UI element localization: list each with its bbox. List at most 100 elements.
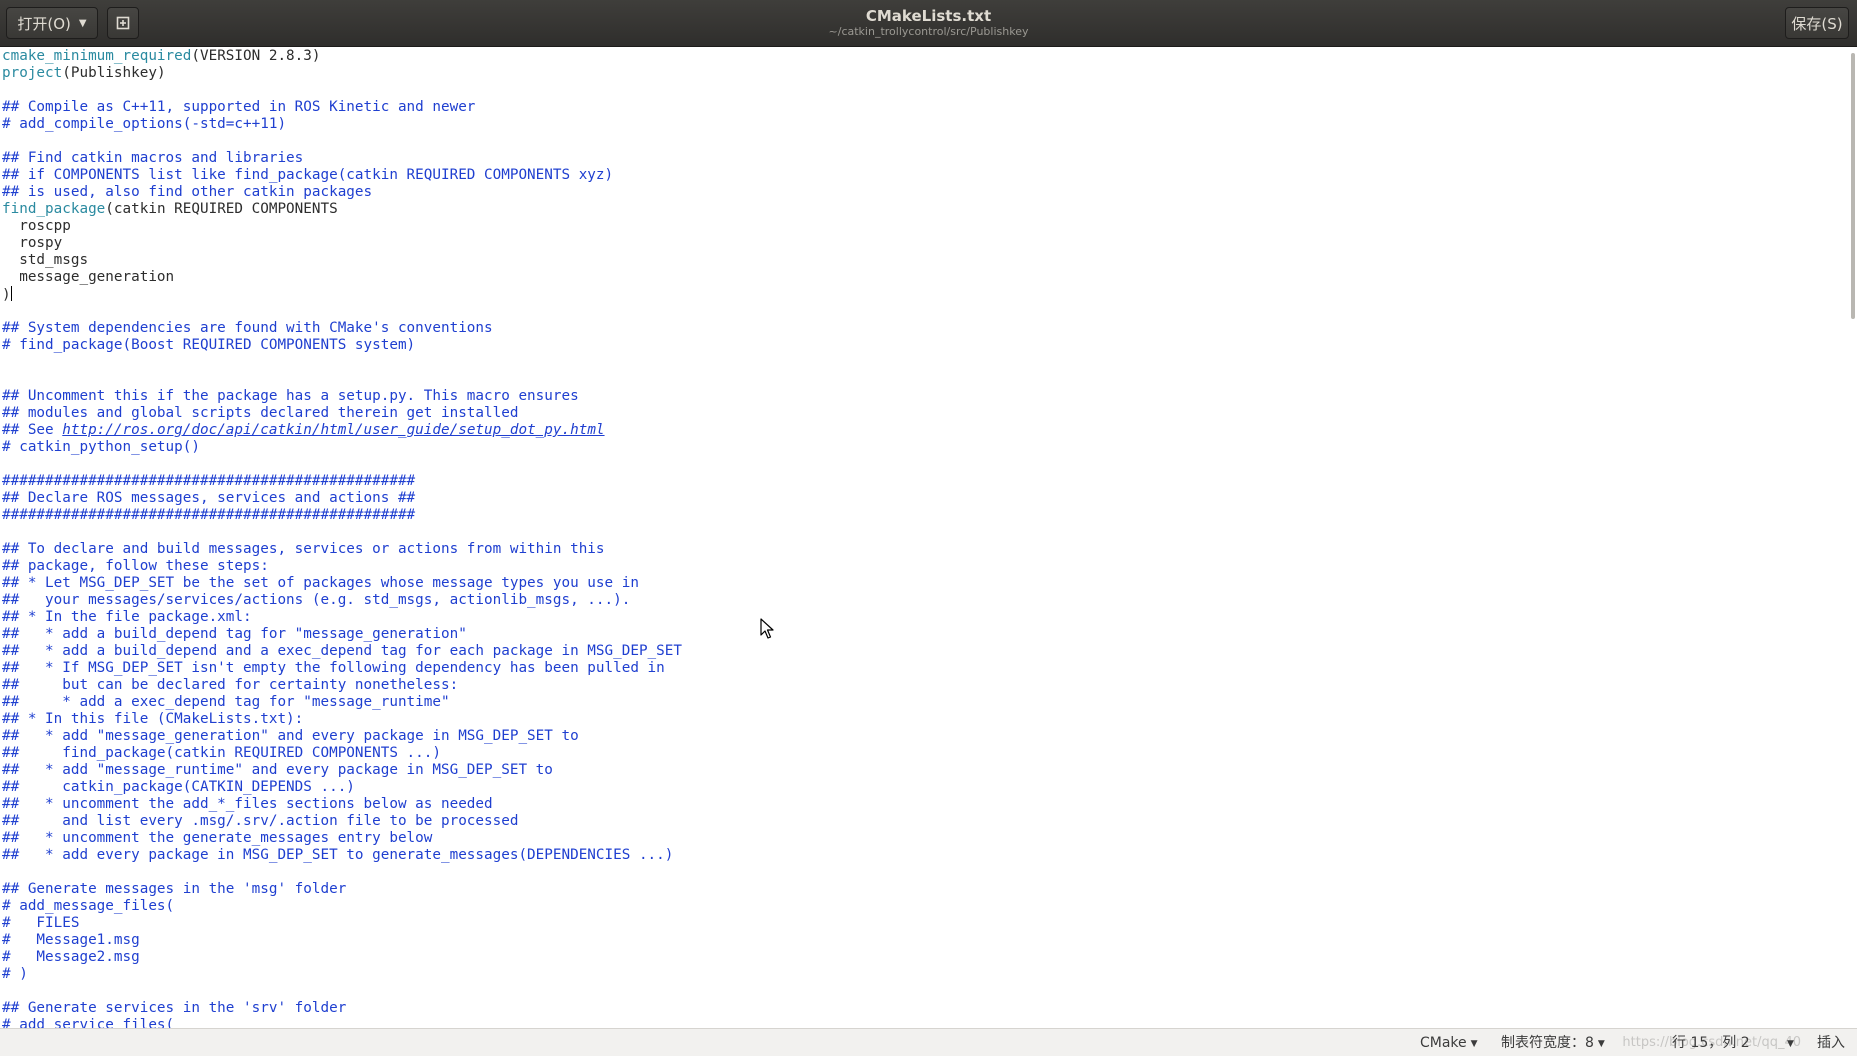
code-line[interactable]: # add_message_files( <box>2 898 682 915</box>
code-token: # catkin_python_setup() <box>2 439 200 455</box>
code-line[interactable]: # FILES <box>2 915 682 932</box>
code-token: # add_message_files( <box>2 898 175 914</box>
text-caret <box>10 286 12 301</box>
chevron-down-icon: ▼ <box>1787 1039 1794 1049</box>
code-line[interactable] <box>2 133 682 150</box>
save-button[interactable]: 保存(S) <box>1785 7 1849 39</box>
code-token: ## modules and global scripts declared t… <box>2 405 519 421</box>
position-dropdown[interactable]: ▼ <box>1783 1034 1794 1052</box>
code-line[interactable]: ) <box>2 286 682 303</box>
code-line[interactable]: ## Compile as C++11, supported in ROS Ki… <box>2 99 682 116</box>
code-line[interactable]: ########################################… <box>2 507 682 524</box>
code-line[interactable]: # catkin_python_setup() <box>2 439 682 456</box>
code-line[interactable] <box>2 524 682 541</box>
code-line[interactable]: ## * uncomment the generate_messages ent… <box>2 830 682 847</box>
open-button[interactable]: 打开(O) ▼ <box>6 7 98 39</box>
code-line[interactable]: ## * Let MSG_DEP_SET be the set of packa… <box>2 575 682 592</box>
code-line[interactable]: ## Generate messages in the 'msg' folder <box>2 881 682 898</box>
code-line[interactable]: ########################################… <box>2 473 682 490</box>
code-line[interactable]: ## * add "message_runtime" and every pac… <box>2 762 682 779</box>
cursor-position-label: 行 15，列 2 <box>1672 1035 1750 1051</box>
code-line[interactable]: ## and list every .msg/.srv/.action file… <box>2 813 682 830</box>
code-token: ## * add a build_depend tag for "message… <box>2 626 467 642</box>
vertical-scrollbar[interactable] <box>1849 47 1857 1028</box>
code-line[interactable]: project(Publishkey) <box>2 65 682 82</box>
code-line[interactable]: ## find_package(catkin REQUIRED COMPONEN… <box>2 745 682 762</box>
code-token: ## * add "message_generation" and every … <box>2 728 579 744</box>
code-link[interactable]: http://ros.org/doc/api/catkin/html/user_… <box>62 422 604 438</box>
code-line[interactable]: ## System dependencies are found with CM… <box>2 320 682 337</box>
code-token: ## * add a exec_depend tag for "message_… <box>2 694 450 710</box>
code-token: ## * Let MSG_DEP_SET be the set of packa… <box>2 575 639 591</box>
code-line[interactable] <box>2 456 682 473</box>
code-line[interactable]: # find_package(Boost REQUIRED COMPONENTS… <box>2 337 682 354</box>
code-line[interactable]: # add_compile_options(-std=c++11) <box>2 116 682 133</box>
code-token: ## Generate messages in the 'msg' folder <box>2 881 347 897</box>
code-token: ## * add a build_depend and a exec_depen… <box>2 643 682 659</box>
code-line[interactable]: ## Find catkin macros and libraries <box>2 150 682 167</box>
code-line[interactable]: ## * If MSG_DEP_SET isn't empty the foll… <box>2 660 682 677</box>
code-line[interactable]: ## * add a build_depend and a exec_depen… <box>2 643 682 660</box>
code-line[interactable]: message_generation <box>2 269 682 286</box>
code-token: ## * uncomment the add_*_files sections … <box>2 796 493 812</box>
code-line[interactable]: # Message2.msg <box>2 949 682 966</box>
code-token: ## * In the file package.xml: <box>2 609 252 625</box>
chevron-down-icon: ▼ <box>78 17 87 29</box>
code-line[interactable]: # Message1.msg <box>2 932 682 949</box>
code-line[interactable] <box>2 371 682 388</box>
code-line[interactable]: ## if COMPONENTS list like find_package(… <box>2 167 682 184</box>
code-line[interactable]: ## package, follow these steps: <box>2 558 682 575</box>
code-line[interactable] <box>2 303 682 320</box>
code-token: ## is used, also find other catkin packa… <box>2 184 373 200</box>
text-editor[interactable]: cmake_minimum_required(VERSION 2.8.3) pro… <box>0 47 1857 1028</box>
code-token: ## Find catkin macros and libraries <box>2 150 304 166</box>
new-document-button[interactable] <box>107 7 139 39</box>
code-token: project <box>2 65 63 81</box>
code-line[interactable]: ## modules and global scripts declared t… <box>2 405 682 422</box>
cursor-position-selector[interactable]: 行 15，列 2 <box>1672 1034 1750 1052</box>
code-line[interactable]: # ) <box>2 966 682 983</box>
code-line[interactable]: ## Uncomment this if the package has a s… <box>2 388 682 405</box>
code-line[interactable] <box>2 864 682 881</box>
code-line[interactable] <box>2 82 682 99</box>
code-line[interactable]: ## is used, also find other catkin packa… <box>2 184 682 201</box>
tab-width-label: 制表符宽度：8 <box>1501 1035 1594 1051</box>
code-line[interactable]: find_package(catkin REQUIRED COMPONENTS <box>2 201 682 218</box>
code-line[interactable]: ## * In the file package.xml: <box>2 609 682 626</box>
code-line[interactable]: ## * add "message_generation" and every … <box>2 728 682 745</box>
code-line[interactable]: # add_service_files( <box>2 1017 682 1028</box>
code-line[interactable] <box>2 354 682 371</box>
code-line[interactable]: ## * add a exec_depend tag for "message_… <box>2 694 682 711</box>
language-selector[interactable]: CMake ▼ <box>1420 1034 1478 1052</box>
code-token: (catkin REQUIRED COMPONENTS <box>105 201 338 217</box>
code-token: # Message1.msg <box>2 932 140 948</box>
code-line[interactable]: std_msgs <box>2 252 682 269</box>
code-line[interactable]: ## but can be declared for certainty non… <box>2 677 682 694</box>
code-token: rospy <box>2 235 63 251</box>
code-line[interactable]: ## Generate services in the 'srv' folder <box>2 1000 682 1017</box>
code-line[interactable] <box>2 983 682 1000</box>
code-line[interactable]: ## * uncomment the add_*_files sections … <box>2 796 682 813</box>
code-token: ## * add "message_runtime" and every pac… <box>2 762 553 778</box>
tab-width-selector[interactable]: 制表符宽度：8 ▼ <box>1501 1034 1605 1052</box>
code-content[interactable]: cmake_minimum_required(VERSION 2.8.3) pro… <box>2 48 682 1028</box>
code-line[interactable]: ## your messages/services/actions (e.g. … <box>2 592 682 609</box>
code-line[interactable]: ## catkin_package(CATKIN_DEPENDS ...) <box>2 779 682 796</box>
code-line[interactable]: cmake_minimum_required(VERSION 2.8.3) <box>2 48 682 65</box>
code-token: ## See <box>2 422 63 438</box>
code-line[interactable]: rospy <box>2 235 682 252</box>
code-line[interactable]: ## * add a build_depend tag for "message… <box>2 626 682 643</box>
code-line[interactable]: roscpp <box>2 218 682 235</box>
code-token: ## Generate services in the 'srv' folder <box>2 1000 347 1016</box>
code-token: ## * add every package in MSG_DEP_SET to… <box>2 847 674 863</box>
code-token: # ) <box>2 966 28 982</box>
code-line[interactable]: ## * In this file (CMakeLists.txt): <box>2 711 682 728</box>
code-line[interactable]: ## To declare and build messages, servic… <box>2 541 682 558</box>
code-line[interactable]: ## Declare ROS messages, services and ac… <box>2 490 682 507</box>
code-line[interactable]: ## See http://ros.org/doc/api/catkin/htm… <box>2 422 682 439</box>
code-token: (Publishkey) <box>62 65 166 81</box>
mouse-pointer-icon <box>760 618 774 639</box>
code-line[interactable]: ## * add every package in MSG_DEP_SET to… <box>2 847 682 864</box>
code-token: message_generation <box>2 269 175 285</box>
scrollbar-thumb[interactable] <box>1851 53 1855 319</box>
